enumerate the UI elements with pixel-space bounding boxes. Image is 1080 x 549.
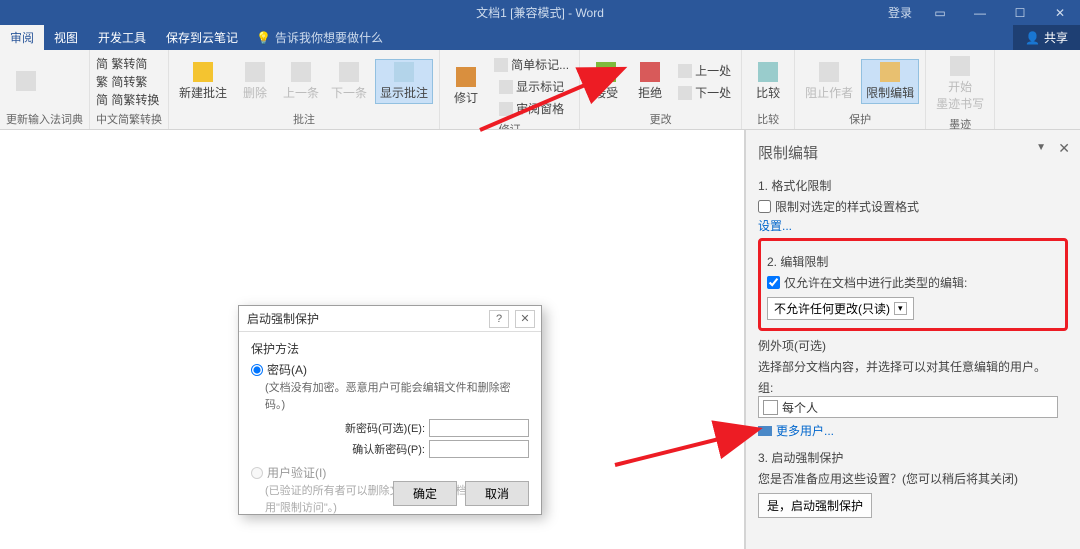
- ime-dict-button: [6, 69, 46, 95]
- enforce-protection-dialog: 启动强制保护 ? ✕ 保护方法 密码(A) (文档没有加密。恶意用户可能会编辑文…: [238, 305, 542, 515]
- tab-view[interactable]: 视图: [44, 25, 88, 50]
- delete-comment-button: 删除: [235, 60, 275, 103]
- chevron-down-icon: ▾: [894, 302, 907, 315]
- minimize-icon[interactable]: —: [960, 0, 1000, 25]
- group-label: 组:: [758, 379, 1068, 396]
- compare-button[interactable]: 比较: [748, 60, 788, 103]
- password-desc: (文档没有加密。恶意用户可能会编辑文件和删除密码。): [265, 380, 529, 413]
- close-icon[interactable]: ✕: [1040, 0, 1080, 25]
- pane-title: 限制编辑: [758, 138, 1068, 171]
- prev-change[interactable]: 上一处: [674, 60, 735, 81]
- window-title: 文档1 [兼容模式] - Word: [476, 4, 604, 21]
- show-markup[interactable]: 显示标记: [490, 76, 573, 97]
- users-icon: [758, 426, 772, 436]
- accept-button[interactable]: 接受: [586, 60, 626, 103]
- review-pane[interactable]: 审阅窗格: [490, 98, 573, 119]
- edit-type-select[interactable]: 不允许任何更改(只读)▾: [767, 297, 914, 320]
- title-bar: 文档1 [兼容模式] - Word 登录 ▭ — ☐ ✕: [0, 0, 1080, 25]
- next-comment-button: 下一条: [327, 60, 371, 103]
- dialog-close-icon[interactable]: ✕: [515, 310, 535, 328]
- section-format: 1. 格式化限制: [758, 177, 1068, 194]
- tell-me[interactable]: 💡告诉我你想要做什么: [248, 25, 391, 50]
- restrict-editing-pane: 限制编辑 ▼ ✕ 1. 格式化限制 限制对选定的样式设置格式 设置... 2. …: [745, 130, 1080, 549]
- section-edit: 2. 编辑限制: [767, 253, 1059, 270]
- new-comment-button[interactable]: 新建批注: [175, 60, 231, 103]
- format-restrict-checkbox[interactable]: 限制对选定的样式设置格式: [758, 198, 1068, 215]
- reject-button[interactable]: 拒绝: [630, 60, 670, 103]
- password-radio[interactable]: [251, 364, 263, 376]
- prev-comment-button: 上一条: [279, 60, 323, 103]
- section-enforce: 3. 启动强制保护: [758, 449, 1068, 466]
- tab-devtools[interactable]: 开发工具: [88, 25, 156, 50]
- tab-review[interactable]: 审阅: [0, 25, 44, 50]
- enforce-desc: 您是否准备应用这些设置？(您可以稍后将其关闭): [758, 470, 1068, 487]
- login-button[interactable]: 登录: [880, 0, 920, 25]
- group-ime: 更新输入法词典: [6, 109, 83, 129]
- ribbon-options-icon[interactable]: ▭: [920, 0, 960, 25]
- pane-close-icon[interactable]: ✕: [1058, 140, 1070, 157]
- ink-button: 开始 墨迹书写: [932, 54, 988, 114]
- ok-button[interactable]: 确定: [393, 481, 457, 506]
- conv-st[interactable]: 简 简繁转换: [96, 91, 159, 108]
- protect-method-label: 保护方法: [251, 340, 529, 357]
- restrict-editing-button[interactable]: 限制编辑: [861, 59, 919, 104]
- exceptions-heading: 例外项(可选): [758, 337, 1068, 354]
- tab-save-cloud[interactable]: 保存到云笔记: [156, 25, 248, 50]
- ribbon: 更新输入法词典 简 繁转简 繁 简转繁 简 简繁转换 中文简繁转换 新建批注 删…: [0, 50, 1080, 130]
- new-password-input[interactable]: [429, 419, 529, 437]
- edit-restrict-checkbox[interactable]: 仅允许在文档中进行此类型的编辑:: [767, 274, 1059, 291]
- confirm-password-input[interactable]: [429, 440, 529, 458]
- conv-s2t[interactable]: 繁 简转繁: [96, 73, 159, 90]
- exceptions-desc: 选择部分文档内容，并选择可以对其任意编辑的用户。: [758, 358, 1068, 375]
- markup-mode[interactable]: 简单标记...: [490, 54, 573, 75]
- start-enforce-button[interactable]: 是，启动强制保护: [758, 493, 872, 518]
- show-comments-button[interactable]: 显示批注: [375, 59, 433, 104]
- share-button[interactable]: 👤共享: [1013, 25, 1080, 50]
- auth-radio: [251, 467, 263, 479]
- block-authors-button: 阻止作者: [801, 60, 857, 103]
- tab-bar: 审阅 视图 开发工具 保存到云笔记 💡告诉我你想要做什么 👤共享: [0, 25, 1080, 50]
- maximize-icon[interactable]: ☐: [1000, 0, 1040, 25]
- help-icon[interactable]: ?: [489, 310, 509, 328]
- next-change[interactable]: 下一处: [674, 82, 735, 103]
- format-settings-link[interactable]: 设置...: [758, 217, 1068, 234]
- everyone-checkbox[interactable]: 每个人: [758, 396, 1058, 418]
- conv-t2s[interactable]: 简 繁转简: [96, 55, 159, 72]
- dialog-title-bar[interactable]: 启动强制保护 ? ✕: [239, 306, 541, 332]
- pane-options-icon[interactable]: ▼: [1036, 142, 1046, 153]
- edit-restriction-highlight: 2. 编辑限制 仅允许在文档中进行此类型的编辑: 不允许任何更改(只读)▾: [758, 238, 1068, 331]
- track-changes-button[interactable]: 修订: [446, 65, 486, 108]
- dialog-title: 启动强制保护: [247, 310, 319, 327]
- cancel-button[interactable]: 取消: [465, 481, 529, 506]
- more-users-link[interactable]: 更多用户...: [758, 422, 1068, 439]
